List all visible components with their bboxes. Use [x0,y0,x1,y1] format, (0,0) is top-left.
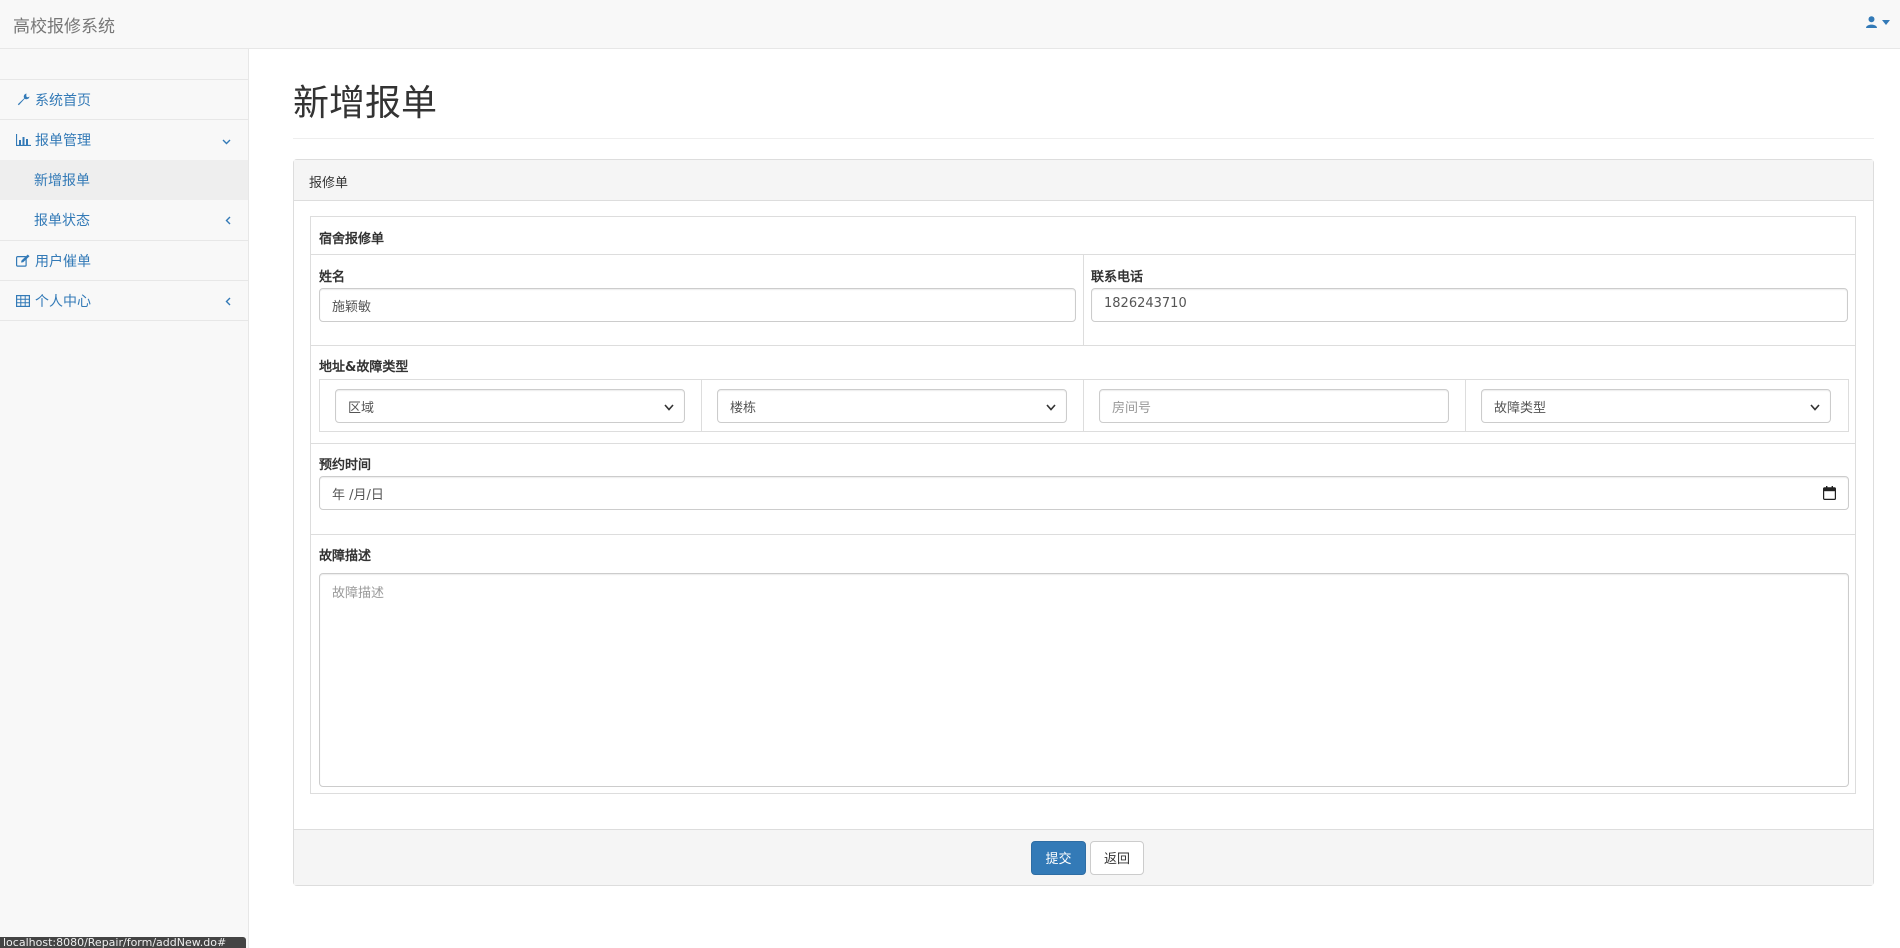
sidebar-item-user-reminder[interactable]: 用户催单 [0,241,248,281]
browser-status-bar: localhost:8080/Repair/form/addNew.do# [0,937,246,948]
area-select[interactable]: 区域 [335,389,685,423]
sidebar-search-area [0,49,248,80]
chevron-left-icon [225,213,231,229]
submit-button[interactable]: 提交 [1031,840,1086,875]
phone-label: 联系电话 [1091,270,1144,285]
sidebar-item-label: 个人中心 [35,293,91,310]
column-divider [1083,380,1084,431]
page-title: 新增报单 [293,83,438,124]
table-icon [15,294,31,308]
column-divider [701,380,702,431]
back-button[interactable]: 返回 [1090,840,1144,875]
sidebar-item-personal-center[interactable]: 个人中心 [0,281,248,321]
column-divider [1083,255,1084,345]
repair-form: 宿舍报修单 姓名 施颖敏 联系电话 1826243710 地址&故障类型 区域 … [310,216,1856,794]
building-select[interactable]: 楼栋 [717,389,1067,423]
appointment-date-input[interactable]: 年 /月/日 [319,476,1849,510]
panel-heading: 报修单 [294,160,1873,201]
room-number-input[interactable]: 房间号 [1099,389,1449,423]
calendar-icon[interactable] [1823,486,1837,504]
sidebar-item-order-management[interactable]: 报单管理 [0,120,248,160]
sidebar-item-label: 新增报单 [34,173,90,189]
sidebar-item-label: 报单状态 [34,213,90,229]
chevron-down-icon [1810,400,1820,415]
top-navbar: 高校报修系统 [0,0,1900,49]
name-label: 姓名 [319,270,346,285]
chevron-down-icon [222,133,231,149]
chevron-down-icon [664,400,674,415]
edit-icon [15,254,31,268]
bar-chart-icon [15,133,31,147]
brand-title[interactable]: 高校报修系统 [13,12,115,37]
column-divider [1465,380,1466,431]
title-divider [293,138,1874,139]
address-fields-group: 区域 楼栋 房间号 故障类型 [319,379,1849,432]
form-title: 宿舍报修单 [319,232,385,247]
chevron-down-icon [1046,400,1056,415]
panel-footer: 提交 返回 [294,829,1873,885]
description-label: 故障描述 [319,549,372,564]
name-input[interactable]: 施颖敏 [319,288,1076,322]
address-label: 地址&故障类型 [319,360,409,375]
appointment-label: 预约时间 [319,458,372,473]
area-select-value: 区域 [348,401,375,416]
sidebar-item-label: 系统首页 [35,92,91,109]
chevron-left-icon [225,294,231,310]
user-menu-toggle[interactable] [1866,16,1890,28]
description-textarea[interactable]: 故障描述 [319,573,1849,787]
appointment-row: 预约时间 年 /月/日 [311,444,1855,535]
description-row: 故障描述 故障描述 [311,535,1855,795]
form-title-row: 宿舍报修单 [311,217,1855,255]
sidebar-item-label: 报单管理 [35,133,91,149]
phone-input[interactable]: 1826243710 [1091,288,1848,322]
wrench-icon [15,93,31,107]
user-icon [1866,16,1877,28]
caret-down-icon [1882,19,1890,25]
fault-type-select-value: 故障类型 [1494,401,1547,416]
sidebar-item-order-status[interactable]: 报单状态 [0,200,248,240]
repair-form-panel: 报修单 宿舍报修单 姓名 施颖敏 联系电话 1826243710 地址&故障类型… [293,159,1874,886]
sidebar: 系统首页 报单管理 新增报单 报单状态 用户催单 个人中心 [0,49,249,948]
fault-type-select[interactable]: 故障类型 [1481,389,1831,423]
sidebar-item-home[interactable]: 系统首页 [0,80,248,120]
sidebar-item-label: 用户催单 [35,253,91,270]
building-select-value: 楼栋 [730,401,757,416]
address-row: 地址&故障类型 区域 楼栋 房间号 故障类型 [311,346,1855,444]
sidebar-item-new-order[interactable]: 新增报单 [0,160,248,200]
sidebar-submenu-order-management: 新增报单 报单状态 [0,160,248,241]
date-input-value: 年 /月/日 [332,488,384,503]
contact-row: 姓名 施颖敏 联系电话 1826243710 [311,255,1855,346]
